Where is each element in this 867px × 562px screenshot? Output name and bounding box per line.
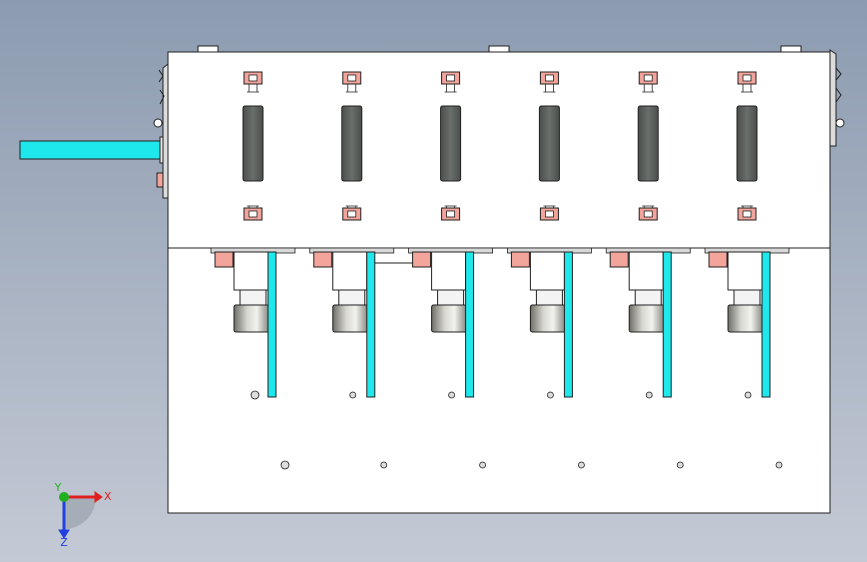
module-5-top-clip-window xyxy=(643,74,653,82)
module-4-slot xyxy=(538,105,560,182)
module-2-upper-bolt xyxy=(349,391,357,399)
module-1-nut xyxy=(214,251,234,268)
module-5-lower-bolt xyxy=(676,461,684,469)
top-tab-left xyxy=(197,45,219,53)
right-side-bracket xyxy=(829,49,845,147)
module-1-housing xyxy=(233,251,269,291)
module-3-slot xyxy=(440,105,462,182)
module-4-shaft xyxy=(563,251,573,398)
module-5-bottom-clip-window xyxy=(643,210,653,218)
module-2-housing xyxy=(332,251,368,291)
module-2-top-clip-window xyxy=(347,74,357,82)
assembly-drawing[interactable]: X Y Z xyxy=(0,0,867,562)
module-6-cylinder xyxy=(727,304,767,333)
module-3-shaft xyxy=(465,251,475,398)
top-tab-center xyxy=(488,45,510,53)
triad-z-label: Z xyxy=(60,536,68,549)
module-4-bottom-clip-window xyxy=(545,210,554,218)
module-6-nut xyxy=(708,251,728,268)
module-6-housing xyxy=(727,251,763,291)
module-2-neck xyxy=(338,289,366,306)
module-4-top-clip-window xyxy=(545,74,554,82)
module-2-shaft xyxy=(366,251,376,398)
module-3-neck xyxy=(437,289,465,306)
module-5-slot xyxy=(637,105,659,182)
module-5-cylinder xyxy=(628,304,668,333)
module-6-neck xyxy=(733,289,761,306)
module-1-lower-bolt xyxy=(280,460,290,470)
upper-plate[interactable] xyxy=(167,51,831,249)
module-1-bottom-clip-window xyxy=(248,210,258,218)
module-3-housing xyxy=(431,251,467,291)
cad-viewport[interactable]: X Y Z xyxy=(0,0,867,562)
module-3-nut xyxy=(412,251,432,268)
module-4-lower-bolt xyxy=(578,461,585,469)
module-4-cylinder xyxy=(529,304,569,333)
triad-x-label: X xyxy=(104,490,112,503)
module-1-top-clip-window xyxy=(248,74,258,82)
module-4-upper-bolt xyxy=(547,391,554,399)
triad-x-arrowhead xyxy=(94,491,103,503)
module-6-bottom-clip-window xyxy=(742,210,752,218)
module-1-slot xyxy=(242,105,264,182)
module-2-slot xyxy=(341,105,363,182)
module-3-top-clip-window xyxy=(446,74,456,82)
module-3-bottom-clip-window xyxy=(446,210,456,218)
module-5-housing xyxy=(628,251,664,291)
top-tab-right xyxy=(780,45,802,53)
module-4-nut xyxy=(510,251,530,268)
module-1-upper-bolt xyxy=(250,390,260,400)
module-2-bottom-clip-window xyxy=(347,210,357,218)
module-5-upper-bolt xyxy=(645,391,653,399)
module-3-upper-bolt xyxy=(448,391,456,399)
coordinate-triad: X Y Z xyxy=(54,481,112,549)
module-6-upper-bolt xyxy=(744,391,752,399)
feed-rod xyxy=(19,140,164,160)
module-6-top-clip-window xyxy=(742,74,752,82)
module-1-neck xyxy=(239,289,267,306)
module-5-neck xyxy=(634,289,662,306)
triad-shadow xyxy=(64,497,96,529)
module-2-cylinder xyxy=(332,304,372,333)
module-1-shaft xyxy=(267,251,277,398)
module-4-housing xyxy=(529,251,565,291)
module-5-shaft xyxy=(662,251,672,398)
module-2-lower-bolt xyxy=(380,461,388,469)
module-6-lower-bolt xyxy=(775,461,783,469)
module-3-cylinder xyxy=(431,304,471,333)
module-3-lower-bolt xyxy=(479,461,487,469)
module-2-nut xyxy=(313,251,333,268)
module-6-shaft xyxy=(761,251,771,398)
module-1-cylinder xyxy=(233,304,273,333)
module-5-nut xyxy=(609,251,629,268)
triad-y-label: Y xyxy=(54,481,62,494)
module-6-slot xyxy=(736,105,758,182)
module-4-neck xyxy=(535,289,563,306)
